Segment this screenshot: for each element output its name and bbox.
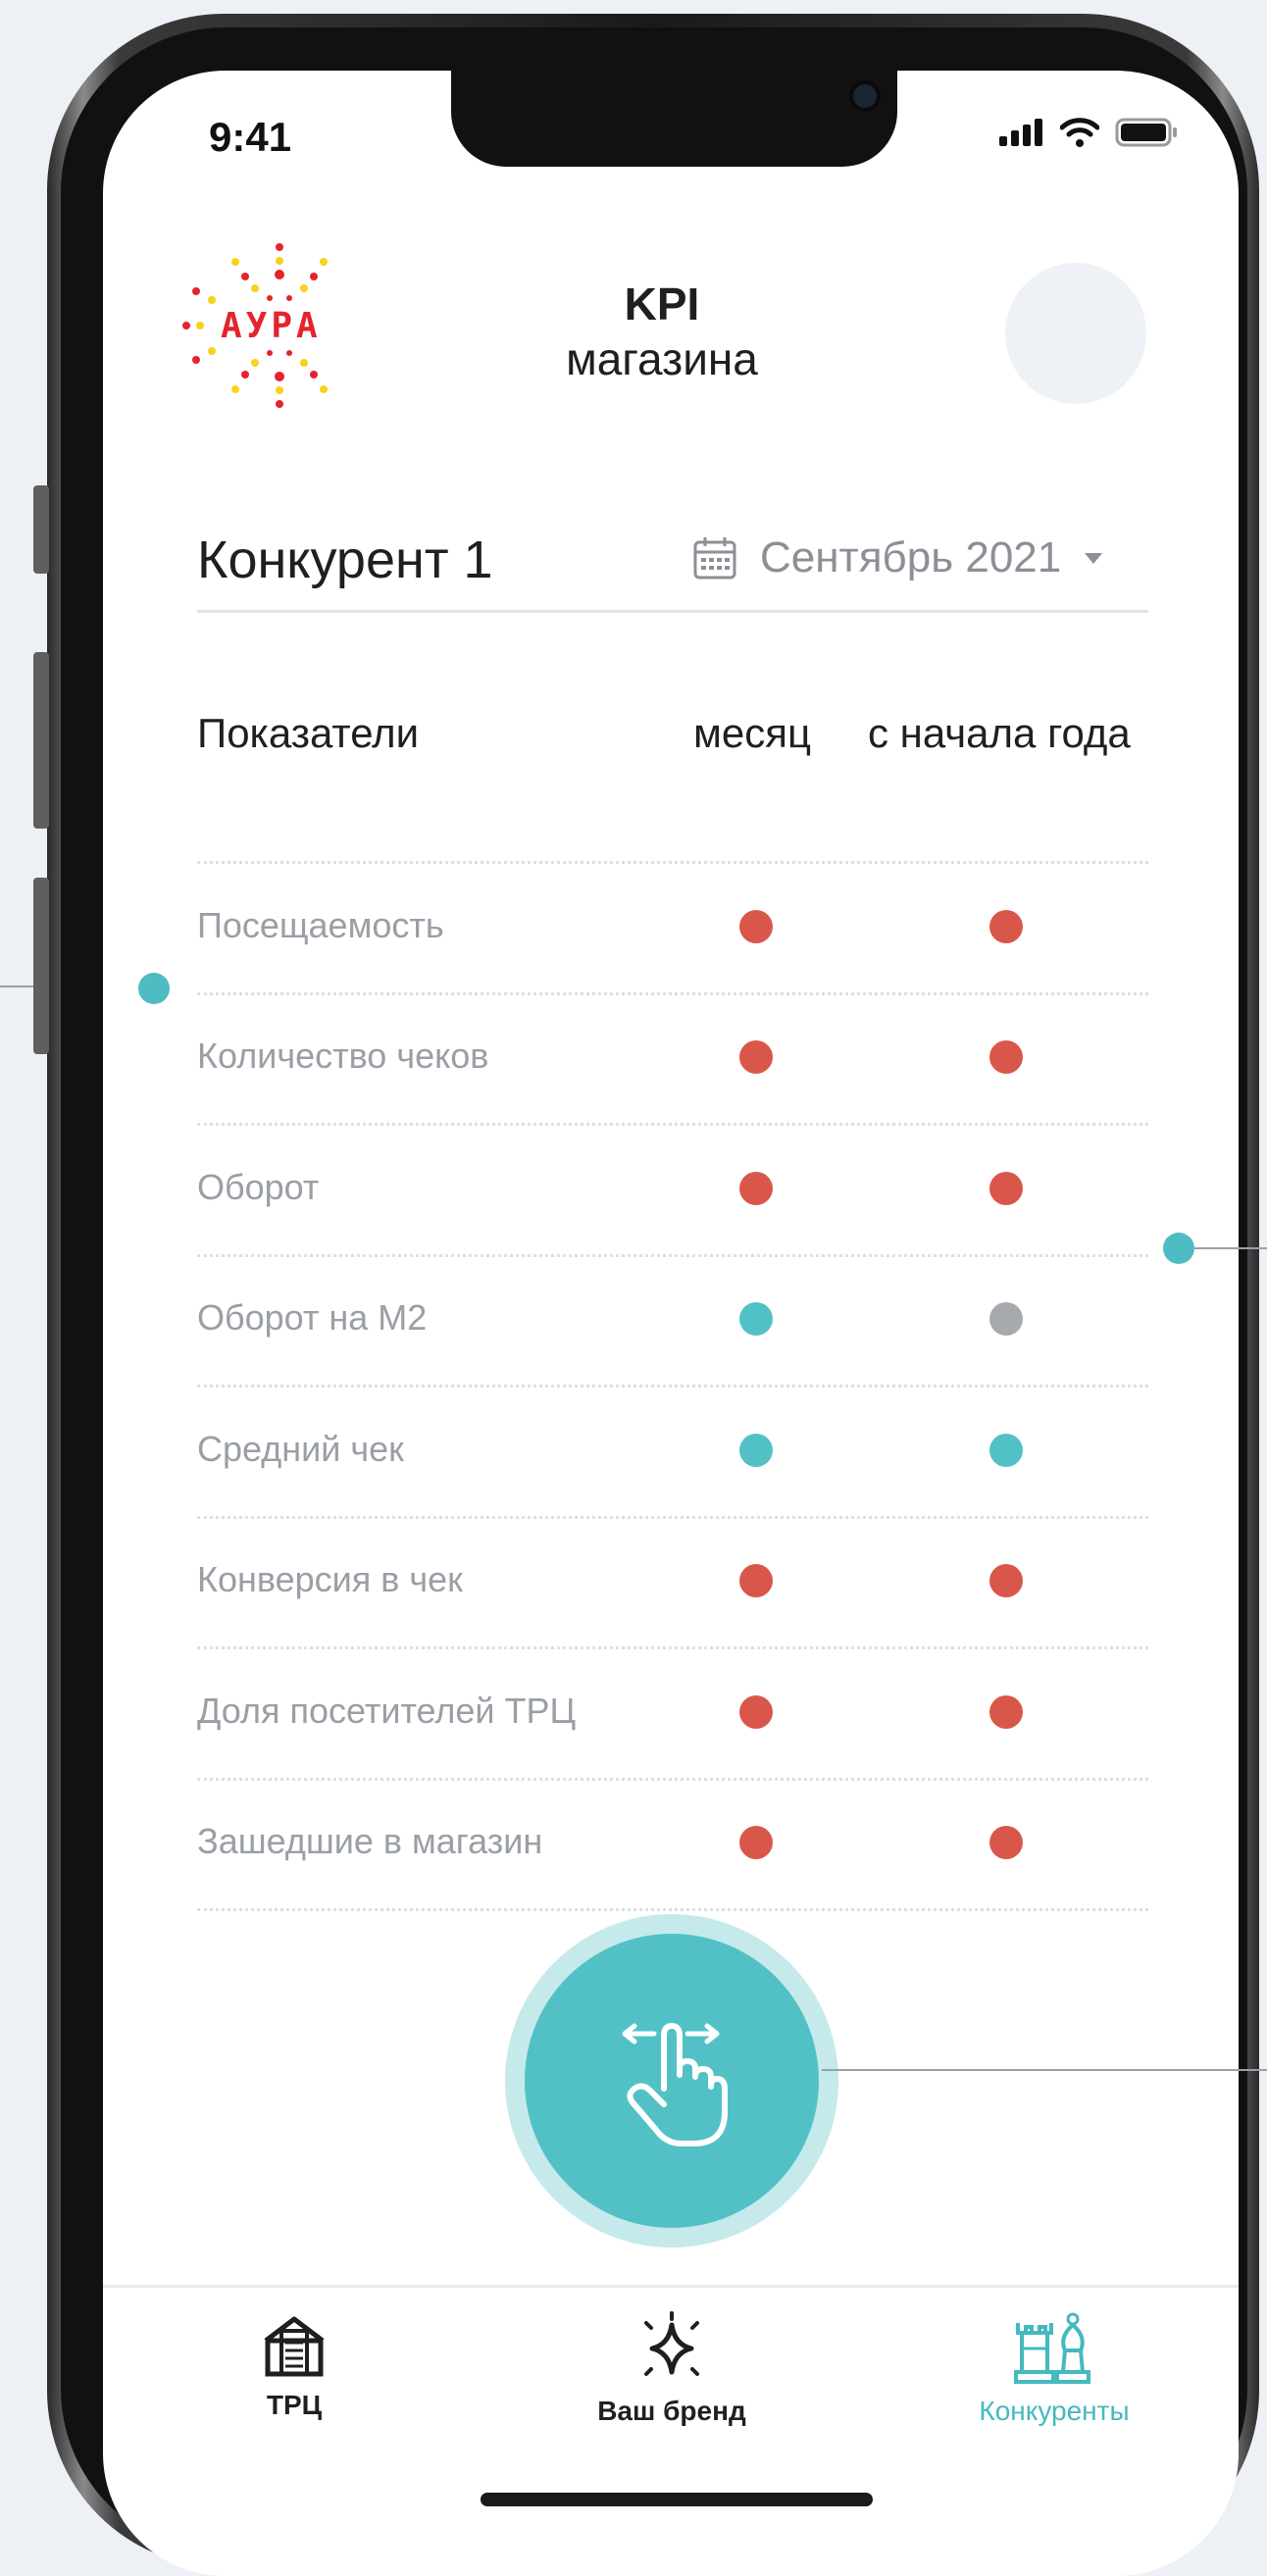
callout-line-right-mid [1194,1247,1267,1249]
tabbar-divider [103,2285,1239,2288]
tab-competitors[interactable]: Конкуренты [937,2311,1172,2427]
row-separator [197,1777,1148,1781]
app-screen: 9:41 АУРА KPI магазина Конкурент 1 Сентя… [103,71,1239,2576]
status-dot-month [739,1694,773,1729]
row-label: Доля посетителей ТРЦ [197,1690,577,1731]
page-title: KPI магазина [495,277,829,386]
row-separator [197,1515,1148,1519]
status-dot-month [739,1564,773,1598]
row-label: Оборот [197,1166,320,1207]
row-label: Средний чек [197,1428,404,1469]
tab-mall-label: ТРЦ [266,2390,323,2420]
column-header-month: месяц [693,710,812,756]
swipe-hand-icon [622,2023,728,2147]
row-separator [197,1646,1148,1649]
row-separator [197,1123,1148,1126]
row-separator [197,991,1148,995]
calendar-icon [693,537,736,580]
logo-text: АУРА [221,306,322,346]
callout-dot-right [1163,1233,1194,1264]
status-dot-ytd [989,1694,1023,1729]
avatar[interactable] [1005,263,1146,404]
status-dot-ytd [989,909,1023,943]
status-dot-ytd [989,1171,1023,1205]
status-icons [999,118,1178,147]
status-dot-ytd [989,1564,1023,1598]
mall-building-icon [264,2316,325,2377]
status-dot-ytd [989,1433,1023,1467]
row-separator [197,1253,1148,1257]
competitor-name[interactable]: Конкурент 1 [197,530,493,590]
period-selector[interactable]: Сентябрь 2021 [691,533,1104,582]
tab-competitors-label: Конкуренты [979,2396,1130,2426]
status-dot-ytd [989,1302,1023,1337]
aura-logo: АУРА [177,237,382,414]
page-title-line1: KPI [624,278,700,329]
side-button-mute [33,485,49,574]
row-label: Зашедшие в магазин [197,1821,543,1862]
side-button-volume-up [33,652,49,829]
tab-your-brand-label: Ваш бренд [597,2396,746,2426]
status-dot-month [739,1826,773,1860]
wifi-icon [1060,118,1099,147]
status-dot-month [739,909,773,943]
tab-mall[interactable]: ТРЦ [177,2311,412,2421]
status-time: 9:41 [209,114,292,160]
front-camera [853,84,877,108]
sparkle-icon [644,2311,699,2376]
status-dot-month [739,1433,773,1467]
notch [451,71,897,167]
callout-dot-left [138,973,170,1004]
home-indicator [481,2493,873,2506]
column-header-indicator: Показатели [197,710,420,756]
row-label: Количество чеков [197,1035,489,1077]
period-value: Сентябрь 2021 [760,533,1062,581]
column-header-ytd: с начала года [868,710,1131,756]
status-dot-month [739,1302,773,1337]
status-dot-month [739,1040,773,1075]
status-dot-month [739,1171,773,1205]
cellular-signal-icon [999,119,1042,146]
battery-icon [1115,118,1177,147]
chess-pieces-icon [1014,2312,1090,2384]
selector-divider [197,610,1148,613]
status-dot-ytd [989,1040,1023,1075]
status-dot-ytd [989,1826,1023,1860]
row-label: Посещаемость [197,904,444,945]
row-separator [197,861,1148,864]
page-title-line2: магазина [566,333,758,384]
row-label: Конверсия в чек [197,1559,463,1600]
swipe-button[interactable] [525,1934,819,2228]
tab-your-brand[interactable]: Ваш бренд [554,2311,789,2427]
row-separator [197,1385,1148,1388]
row-separator [197,1908,1148,1911]
chevron-down-icon [1085,553,1103,564]
row-label: Оборот на М2 [197,1297,428,1339]
side-button-volume-down [33,878,49,1054]
callout-line-right-bottom [822,2069,1267,2071]
